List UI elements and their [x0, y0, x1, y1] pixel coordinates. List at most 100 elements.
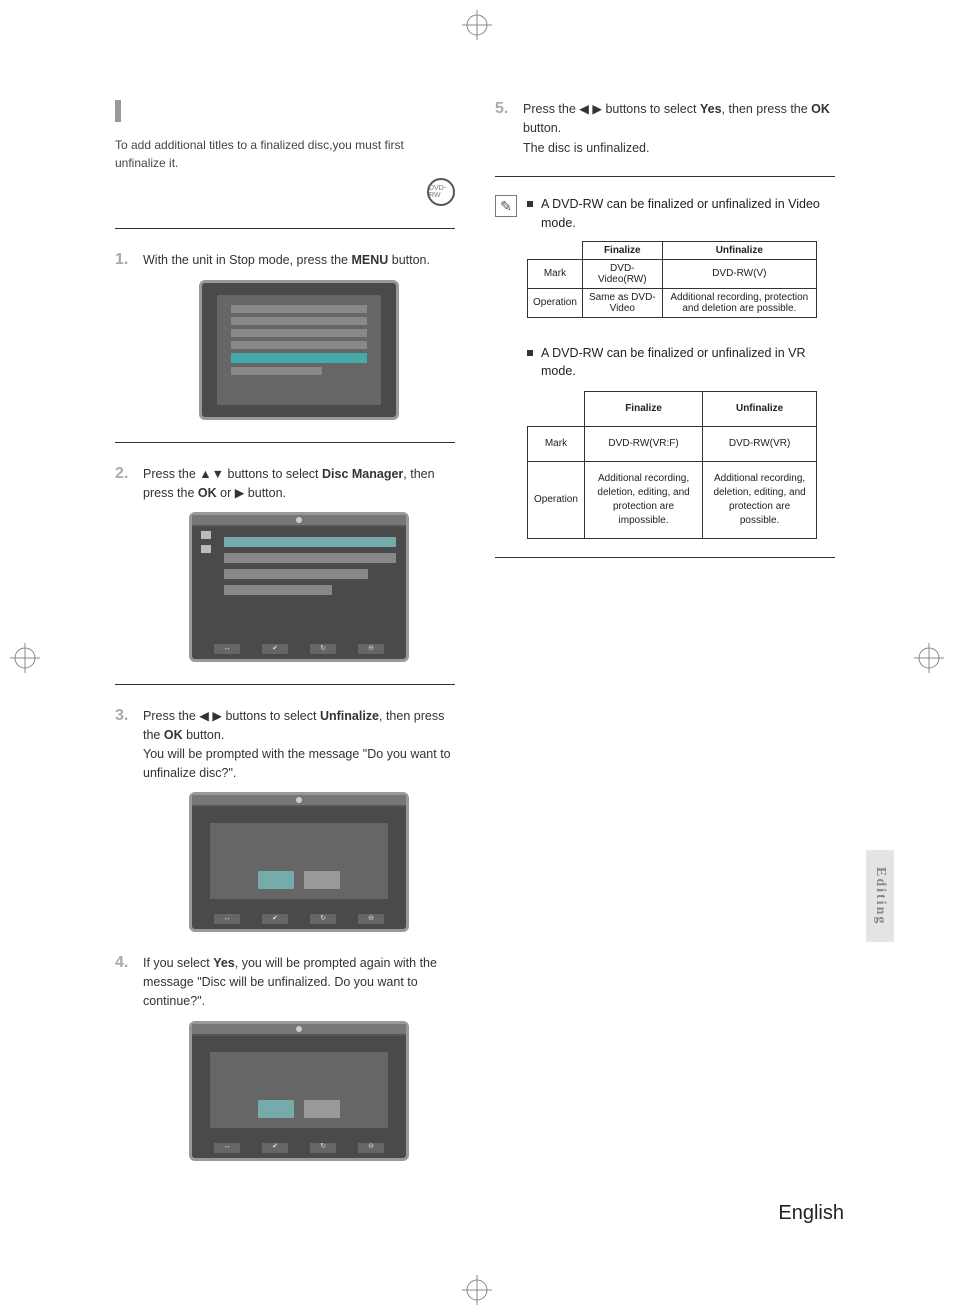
video-mode-table: Finalize Unfinalize Mark DVD-Video(RW) D…: [527, 241, 817, 318]
step-number: 4.: [115, 954, 133, 1160]
right-column: 5. Press the ◀ ▶ buttons to select Yes, …: [495, 100, 835, 1161]
footer-icon: ✔: [262, 1143, 288, 1153]
dialog-yes-button: [258, 1100, 294, 1118]
td: DVD-RW(VR): [703, 427, 817, 462]
right-arrow-icon: ▶: [235, 486, 245, 500]
footer-icon: ⊖: [358, 914, 384, 924]
text: Press the: [143, 467, 199, 481]
note-block-2: A DVD-RW can be finalized or unfinalized…: [495, 344, 835, 382]
step-5: 5. Press the ◀ ▶ buttons to select Yes, …: [495, 100, 835, 158]
step-number: 5.: [495, 100, 513, 158]
bullet-icon: [527, 350, 533, 356]
text: If you select: [143, 956, 213, 970]
text: button.: [183, 728, 225, 742]
footer-icon: ↔: [214, 1143, 240, 1153]
text: button.: [244, 486, 286, 500]
th-finalize: Finalize: [584, 392, 702, 427]
td: Additional recording, protection and del…: [662, 288, 816, 317]
text: Press the: [523, 102, 579, 116]
td-mark: Mark: [528, 427, 585, 462]
ok-label: OK: [198, 486, 217, 500]
step-4: 4. If you select Yes, you will be prompt…: [115, 954, 455, 1160]
leftright-arrow-icon: ◀ ▶: [199, 709, 222, 723]
divider: [115, 442, 455, 443]
th-unfinalize: Unfinalize: [662, 241, 816, 259]
cropmark-bottom: [462, 1275, 492, 1305]
bullet-icon: [527, 201, 533, 207]
page-footer: English: [778, 1202, 844, 1225]
step-number: 3.: [115, 707, 133, 932]
td: Additional recording, deletion, editing,…: [584, 462, 702, 539]
footer-icon: ↔: [214, 644, 240, 654]
cropmark-top: [462, 10, 492, 40]
ok-label: OK: [164, 728, 183, 742]
th-unfinalize: Unfinalize: [703, 392, 817, 427]
text: buttons to select: [224, 467, 322, 481]
divider: [495, 557, 835, 558]
cropmark-right: [914, 643, 944, 673]
chapter-tab: Editing: [866, 850, 894, 942]
step-body: If you select Yes, you will be prompted …: [143, 954, 455, 1160]
yes-label: Yes: [213, 956, 235, 970]
prompt-text: You will be prompted with the message "D…: [143, 747, 451, 780]
text: With the unit in Stop mode, press the: [143, 253, 351, 267]
vr-mode-table: Finalize Unfinalize Mark DVD-RW(VR:F) DV…: [527, 391, 817, 539]
intro-text: To add additional titles to a finalized …: [115, 136, 455, 172]
step-2: 2. Press the ▲▼ buttons to select Disc M…: [115, 465, 455, 663]
yes-label: Yes: [700, 102, 722, 116]
screenshot-unfinalize-prompt: ↔ ✔ ↻ ⊖: [189, 792, 409, 932]
language-label: English: [778, 1202, 844, 1224]
dialog-no-button: [304, 871, 340, 889]
divider: [115, 228, 455, 229]
step-body: Press the ▲▼ buttons to select Disc Mana…: [143, 465, 455, 663]
text: buttons to select: [222, 709, 320, 723]
footer-icon: ↻: [310, 1143, 336, 1153]
screenshot-menu: [199, 280, 399, 420]
chapter-tab-label: Editing: [872, 867, 888, 925]
note-icon: ✎: [495, 195, 517, 217]
text: Press the: [143, 709, 199, 723]
td-operation: Operation: [528, 288, 583, 317]
footer-icon: ↔: [214, 914, 240, 924]
disc-icon-label: DVD-RW: [429, 185, 453, 199]
step-body: Press the ◀ ▶ buttons to select Unfinali…: [143, 707, 455, 932]
step-number: 2.: [115, 465, 133, 663]
step-body: Press the ◀ ▶ buttons to select Yes, the…: [523, 100, 835, 158]
updown-arrow-icon: ▲▼: [199, 467, 224, 481]
ok-label: OK: [811, 102, 830, 116]
text: or: [217, 486, 235, 500]
sel-label: Unfinalize: [320, 709, 379, 723]
td-mark: Mark: [528, 259, 583, 288]
left-column: To add additional titles to a finalized …: [115, 100, 455, 1161]
text: button.: [523, 121, 561, 135]
divider: [495, 176, 835, 177]
page-content: To add additional titles to a finalized …: [115, 100, 835, 1161]
dvd-rw-icon: DVD-RW: [427, 178, 455, 206]
footer-icon: ↻: [310, 644, 336, 654]
text: , then press the: [722, 102, 812, 116]
note-text: A DVD-RW can be finalized or unfinalized…: [541, 195, 835, 233]
note-block: ✎ A DVD-RW can be finalized or unfinaliz…: [495, 195, 835, 233]
th-finalize: Finalize: [582, 241, 662, 259]
step-body: With the unit in Stop mode, press the ME…: [143, 251, 455, 420]
screen-footer-icons: ↔ ✔ ↻ ⊖: [192, 644, 406, 656]
td: Additional recording, deletion, editing,…: [703, 462, 817, 539]
step-3: 3. Press the ◀ ▶ buttons to select Unfin…: [115, 707, 455, 932]
footer-icon: ⊖: [358, 644, 384, 654]
text: buttons to select: [602, 102, 700, 116]
dialog-yes-button: [258, 871, 294, 889]
text: button.: [388, 253, 430, 267]
step-number: 1.: [115, 251, 133, 420]
sel-label: Disc Manager: [322, 467, 403, 481]
result-text: The disc is unfinalized.: [523, 141, 649, 155]
td: DVD-RW(V): [662, 259, 816, 288]
divider: [115, 684, 455, 685]
footer-icon: ⊖: [358, 1143, 384, 1153]
section-heading: [115, 100, 455, 122]
note-text: A DVD-RW can be finalized or unfinalized…: [541, 344, 835, 382]
footer-icon: ✔: [262, 914, 288, 924]
leftright-arrow-icon: ◀ ▶: [579, 102, 602, 116]
td: DVD-Video(RW): [582, 259, 662, 288]
note-content: A DVD-RW can be finalized or unfinalized…: [527, 344, 835, 382]
menu-button-label: MENU: [351, 253, 388, 267]
